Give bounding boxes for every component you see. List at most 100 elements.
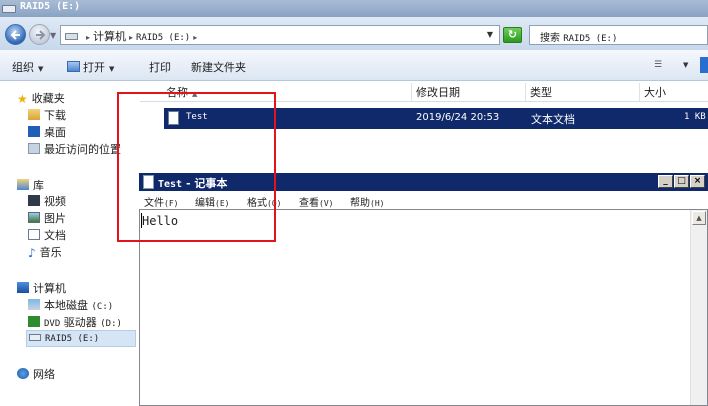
chevron-down-icon: ▼ (38, 65, 44, 73)
scroll-up-icon[interactable]: ▲ (692, 211, 706, 225)
file-size: 1 KB (684, 112, 706, 122)
menu-label: 帮助 (350, 198, 370, 209)
print-button[interactable]: 打印 (149, 59, 171, 75)
nav-pictures[interactable]: 图片 (28, 210, 66, 225)
recent-places-icon (28, 143, 40, 154)
nav-documents[interactable]: 文档 (28, 227, 66, 242)
libraries-icon (17, 179, 29, 190)
command-toolbar: 组织 ▼ 打开 ▼ 打印 新建文件夹 ☰ ▼ (0, 50, 708, 81)
nav-drive-letter: (D:) (100, 319, 122, 329)
menu-help[interactable]: 帮助(H) (350, 194, 384, 209)
nav-local-disk-c[interactable]: 本地磁盘 (C:) (28, 297, 113, 312)
explorer-title-bar: RAID5 (E:) (0, 0, 708, 17)
nav-label: 文档 (44, 229, 66, 242)
star-icon: ★ (17, 92, 28, 106)
minimize-icon: _ (663, 176, 668, 186)
pictures-icon (28, 212, 40, 223)
nav-label: 库 (33, 179, 44, 192)
close-icon: × (693, 176, 702, 186)
nav-label: 音乐 (39, 246, 62, 259)
open-button[interactable]: 打开 ▼ (67, 59, 114, 75)
nav-label: 最近访问的位置 (44, 143, 121, 156)
file-type: 文本文档 (531, 113, 575, 126)
nav-computer[interactable]: 计算机 (17, 280, 66, 295)
column-size[interactable]: 大小 (640, 83, 708, 101)
nav-label: 本地磁盘 (44, 299, 88, 312)
new-folder-button[interactable]: 新建文件夹 (191, 59, 246, 75)
nav-videos[interactable]: 视频 (28, 193, 66, 208)
menu-label: 查看 (299, 198, 319, 209)
nav-label: RAID5 (E:) (45, 334, 100, 344)
organize-label: 组织 (12, 61, 34, 74)
address-bar[interactable]: ▸ 计算机 ▸ RAID5 (E:) ▸ ▼ (60, 25, 500, 45)
nav-label: 图片 (44, 212, 66, 225)
nav-label: 下载 (44, 109, 66, 122)
forward-button[interactable] (29, 24, 50, 45)
chevron-down-icon: ▼ (109, 65, 115, 73)
file-date: 2019/6/24 20:53 (416, 112, 500, 123)
nav-desktop[interactable]: 桌面 (28, 124, 66, 139)
view-dropdown-icon[interactable]: ▼ (683, 61, 688, 69)
refresh-icon: ↻ (507, 28, 518, 41)
nav-label: 计算机 (33, 282, 66, 295)
nav-favorites[interactable]: ★ 收藏夹 (17, 90, 65, 106)
nav-libraries[interactable]: 库 (17, 177, 44, 192)
computer-icon (17, 282, 29, 293)
explorer-title: RAID5 (E:) (20, 1, 81, 12)
column-type[interactable]: 类型 (526, 83, 640, 101)
nav-network[interactable]: 网络 (17, 366, 55, 381)
open-icon (67, 61, 80, 72)
nav-music[interactable]: ♪ 音乐 (28, 244, 62, 260)
close-button[interactable]: × (690, 175, 705, 188)
dvd-drive-icon (28, 316, 40, 327)
search-target: RAID5 (E:) (563, 34, 618, 44)
breadcrumb: ▸ 计算机 ▸ RAID5 (E:) ▸ (83, 28, 200, 44)
video-icon (28, 195, 40, 206)
chevron-right-icon[interactable]: ▸ (129, 33, 133, 42)
desktop-icon (28, 126, 40, 137)
refresh-button[interactable]: ↻ (503, 27, 522, 43)
nav-raid5-e[interactable]: RAID5 (E:) (26, 330, 136, 347)
menu-view[interactable]: 查看(V) (299, 194, 333, 209)
downloads-folder-icon (28, 109, 40, 120)
minimize-button[interactable]: _ (658, 175, 673, 188)
maximize-icon: □ (677, 176, 686, 186)
music-note-icon: ♪ (28, 246, 36, 260)
chevron-right-icon[interactable]: ▸ (193, 33, 197, 42)
help-icon[interactable] (700, 57, 708, 73)
nav-label: 驱动器 (63, 316, 97, 329)
nav-label: 视频 (44, 195, 66, 208)
drive-icon (29, 334, 41, 341)
vertical-scrollbar[interactable]: ▲ (690, 210, 707, 405)
recent-pages-dropdown-icon[interactable]: ▼ (50, 31, 56, 40)
search-placeholder: 搜索 RAID5 (E:) (540, 29, 617, 44)
breadcrumb-raid5[interactable]: RAID5 (E:) (136, 33, 190, 43)
nav-recent[interactable]: 最近访问的位置 (28, 141, 121, 156)
network-icon (17, 368, 29, 379)
maximize-button[interactable]: □ (674, 175, 689, 188)
address-dropdown-icon[interactable]: ▼ (487, 30, 493, 39)
nav-label: 桌面 (44, 126, 66, 139)
annotation-highlight-box (117, 92, 276, 242)
search-input[interactable]: 搜索 RAID5 (E:) (529, 25, 708, 45)
chevron-right-icon: ▸ (86, 33, 91, 42)
back-button[interactable] (5, 24, 26, 45)
menu-key: (V) (319, 199, 334, 208)
menu-key: (H) (370, 199, 385, 208)
documents-icon (28, 229, 40, 240)
nav-dvd-drive-d[interactable]: DVD 驱动器 (D:) (28, 314, 122, 329)
organize-button[interactable]: 组织 ▼ (12, 59, 43, 75)
column-date-modified[interactable]: 修改日期 (412, 83, 526, 101)
change-view-icon[interactable]: ☰ (654, 60, 662, 70)
nav-downloads[interactable]: 下载 (28, 107, 66, 122)
drive-icon (65, 33, 78, 40)
nav-drive-letter: (C:) (91, 302, 114, 312)
open-label: 打开 (83, 61, 105, 74)
breadcrumb-computer[interactable]: 计算机 (93, 30, 126, 43)
nav-label: 网络 (33, 368, 55, 381)
local-disk-icon (28, 299, 40, 310)
search-label: 搜索 (540, 33, 560, 44)
nav-dvd-prefix: DVD (44, 319, 61, 329)
address-row: ▼ ▸ 计算机 ▸ RAID5 (E:) ▸ ▼ ↻ 搜索 RAID5 (E:) (0, 17, 708, 50)
back-arrow-icon (10, 30, 20, 40)
